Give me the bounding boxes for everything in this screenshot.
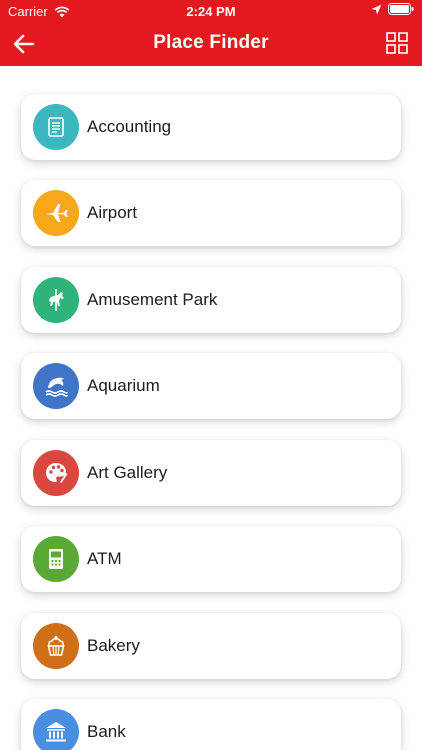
list-item-label: ATM [87, 549, 122, 568]
page-title: Place Finder [153, 32, 269, 53]
list-item-label: Bank [87, 722, 126, 741]
airplane-icon [46, 204, 68, 222]
status-time: 2:24 PM [186, 4, 236, 19]
carousel-horse-icon [49, 289, 64, 311]
bakery-icon-circle [33, 623, 79, 669]
list-item-label: Amusement Park [87, 290, 218, 309]
dolphin-icon [45, 377, 68, 397]
list-item-bank[interactable]: Bank [21, 699, 401, 750]
location-arrow-icon [371, 4, 382, 14]
list-item-aquarium[interactable]: Aquarium [21, 353, 401, 419]
grid-view-icon[interactable] [386, 32, 408, 54]
list-item-airport[interactable]: Airport [21, 180, 401, 246]
list-item-label: Bakery [87, 636, 140, 655]
list-item-label: Aquarium [87, 376, 160, 395]
status-right [371, 3, 414, 15]
atm-machine-icon [49, 549, 63, 569]
list-item-amusement-park[interactable]: Amusement Park [21, 267, 401, 333]
atm-icon-circle [33, 536, 79, 582]
amusement-park-icon-circle [33, 277, 79, 323]
list-item-label: Airport [87, 203, 138, 222]
battery-icon [388, 3, 414, 15]
app-header: Carrier 2:24 PM Place Finder [0, 0, 422, 66]
art-gallery-icon-circle [33, 450, 79, 496]
list-item-label: Accounting [87, 117, 172, 136]
nav-bar: Place Finder [0, 22, 422, 66]
status-bar: Carrier 2:24 PM [0, 0, 422, 22]
accounting-icon-circle [33, 104, 79, 150]
list-item-atm[interactable]: ATM [21, 526, 401, 592]
place-category-list: Accounting Airport Amusement Park Aquari… [0, 66, 422, 750]
list-item-accounting[interactable]: Accounting [21, 94, 401, 160]
list-item-bakery[interactable]: Bakery [21, 613, 401, 679]
bank-building-icon [46, 722, 66, 742]
cupcake-icon [47, 635, 65, 656]
ledger-icon [48, 117, 64, 137]
list-item-label: Art Gallery [87, 463, 168, 482]
palette-icon [46, 463, 68, 483]
airport-icon-circle [33, 190, 79, 236]
bank-icon-circle [33, 709, 79, 750]
aquarium-icon-circle [33, 363, 79, 409]
list-item-art-gallery[interactable]: Art Gallery [21, 440, 401, 506]
